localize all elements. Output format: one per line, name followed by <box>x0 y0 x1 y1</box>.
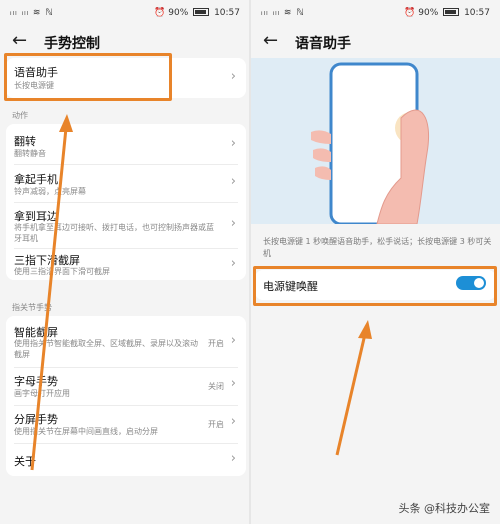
gesture-control-screen: ᵢₗₗ ᵢₗₗ ≋ ℕ ⏰ 90% 10:57 ← 手势控制 语音助手 长按电源… <box>0 0 250 524</box>
pointer-arrow <box>30 114 73 471</box>
arrow-shaft <box>335 333 367 456</box>
arrow-head <box>358 320 372 339</box>
voice-assistant-screen: ᵢₗₗ ᵢₗₗ ≋ ℕ ⏰ 90% 10:57 ← 语音助手 长按电源键 1 秒… <box>251 0 500 524</box>
pointer-arrow <box>335 320 372 456</box>
watermark: 头条 @科技办公室 <box>398 502 491 515</box>
arrow-head <box>59 114 73 132</box>
arrow-shaft <box>30 127 68 471</box>
